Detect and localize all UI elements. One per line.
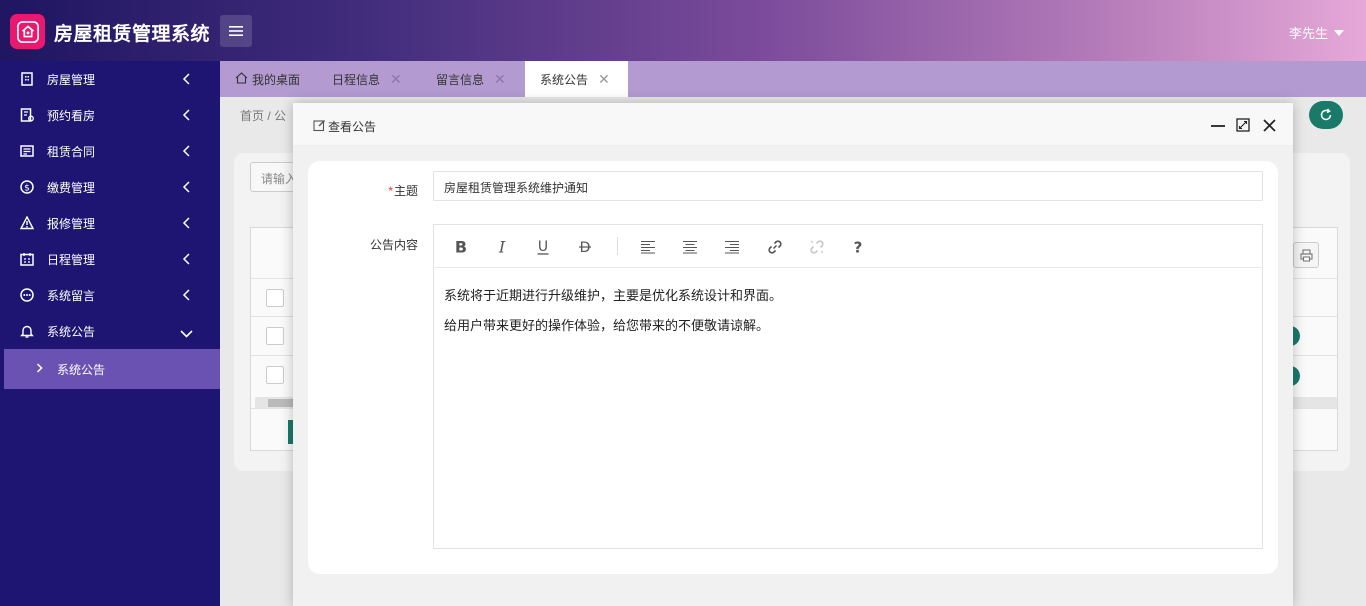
chevron-left-icon — [182, 217, 190, 232]
dialog-body: *主题 房屋租赁管理系统维护通知 公告内容 B I U D ? 系统将于近期进行… — [308, 161, 1278, 574]
print-icon — [1299, 248, 1313, 262]
app-title: 房屋租赁管理系统 — [54, 24, 211, 45]
chevron-right-icon — [36, 362, 43, 376]
menu-toggle-button[interactable] — [220, 15, 252, 47]
dialog-title-text: 查看公告 — [328, 120, 377, 134]
chevron-left-icon — [182, 109, 190, 124]
link-icon[interactable] — [765, 237, 785, 257]
home-icon — [235, 71, 248, 87]
rich-text-editor[interactable]: B I U D ? 系统将于近期进行升级维护，主要是优化系统设计和界面。 给用户… — [433, 224, 1263, 549]
sidebar-item-label: 日程管理 — [47, 252, 96, 267]
sidebar-item-schedule[interactable]: 日程管理 — [0, 241, 220, 277]
subject-label-text: 主题 — [393, 184, 418, 198]
breadcrumb: 首页 / 公 — [240, 109, 287, 123]
editor-content[interactable]: 系统将于近期进行升级维护，主要是优化系统设计和界面。 给用户带来更好的操作体验，… — [444, 281, 782, 341]
tab-label: 我的桌面 — [252, 72, 301, 87]
dialog-title: 查看公告 — [313, 118, 376, 135]
svg-text:$: $ — [24, 184, 30, 194]
sidebar-item-label: 缴费管理 — [47, 180, 96, 195]
editor-toolbar: B I U D ? — [434, 225, 1262, 268]
user-menu[interactable]: 李先生 — [1289, 23, 1344, 42]
content-label: 公告内容 — [369, 238, 418, 252]
chevron-left-icon — [182, 253, 190, 268]
sidebar-item-message[interactable]: 系统留言 — [0, 277, 220, 313]
svg-text:I: I — [498, 239, 506, 255]
svg-text:U: U — [538, 239, 548, 255]
contract-icon — [20, 144, 34, 158]
caret-down-icon — [1334, 29, 1344, 36]
tab-label: 系统公告 — [540, 72, 589, 87]
sidebar-item-label: 预约看房 — [47, 108, 96, 123]
edit-icon — [313, 119, 326, 135]
refresh-button[interactable] — [1309, 101, 1343, 129]
align-center-icon[interactable] — [680, 237, 700, 257]
svg-text:B: B — [455, 239, 467, 255]
content-line: 给用户带来更好的操作体验，给您带来的不便敬请谅解。 — [444, 318, 770, 333]
row-checkbox[interactable] — [266, 327, 284, 345]
building-icon — [20, 72, 34, 86]
svg-text:?: ? — [854, 239, 863, 255]
view-notice-dialog: 查看公告 *主题 房屋租赁管理系统维护通知 公告内容 B I U D ? 系统将… — [293, 103, 1293, 606]
bell-icon — [20, 324, 34, 338]
appointment-icon — [20, 108, 34, 122]
tab-notice[interactable]: 系统公告 ✕ — [525, 61, 628, 97]
home-logo-icon — [10, 14, 45, 49]
row-checkbox[interactable] — [266, 366, 284, 384]
chevron-left-icon — [182, 145, 190, 160]
sidebar-subitem-label: 系统公告 — [57, 362, 106, 377]
sidebar-item-label: 租赁合同 — [47, 144, 96, 159]
sidebar-item-label: 系统留言 — [47, 288, 96, 303]
sidebar-item-appointment[interactable]: 预约看房 — [0, 97, 220, 133]
close-icon[interactable] — [1261, 117, 1277, 133]
sidebar-item-payment[interactable]: $ 缴费管理 — [0, 169, 220, 205]
toolbar-divider — [617, 237, 618, 255]
tab-schedule[interactable]: 日程信息 ✕ — [332, 61, 402, 97]
sidebar-item-label: 系统公告 — [47, 324, 96, 339]
chevron-left-icon — [182, 289, 190, 304]
calendar-icon — [20, 252, 34, 266]
bold-icon[interactable]: B — [451, 237, 471, 257]
subject-input[interactable]: 房屋租赁管理系统维护通知 — [433, 171, 1263, 201]
maximize-icon[interactable] — [1235, 117, 1251, 133]
warning-icon — [20, 216, 34, 230]
chevron-down-icon — [180, 327, 193, 341]
help-icon[interactable]: ? — [848, 237, 868, 257]
close-icon[interactable]: ✕ — [390, 71, 402, 88]
strikethrough-icon[interactable]: D — [575, 237, 595, 257]
refresh-icon — [1320, 108, 1332, 121]
tab-desktop[interactable]: 我的桌面 — [235, 61, 300, 97]
sidebar-item-notice[interactable]: 系统公告 — [0, 313, 220, 349]
payment-icon: $ — [20, 180, 34, 194]
underline-icon[interactable]: U — [533, 237, 553, 257]
dialog-header: 查看公告 — [293, 103, 1293, 146]
sidebar-item-label: 报修管理 — [47, 216, 96, 231]
select-all-checkbox[interactable] — [266, 289, 284, 307]
tab-label: 日程信息 — [332, 72, 381, 87]
sidebar-item-label: 房屋管理 — [47, 72, 96, 87]
sidebar-item-house[interactable]: 房屋管理 — [0, 61, 220, 97]
chevron-left-icon — [182, 73, 190, 88]
sidebar-subitem-notice[interactable]: 系统公告 — [4, 349, 220, 389]
user-name-label: 李先生 — [1288, 26, 1328, 41]
sidebar-item-repair[interactable]: 报修管理 — [0, 205, 220, 241]
sidebar: 房屋管理 预约看房 租赁合同 $ 缴费管理 报修管理 日程管理 系统留言 系统公… — [0, 61, 220, 606]
unlink-icon[interactable] — [807, 237, 827, 257]
align-left-icon[interactable] — [638, 237, 658, 257]
message-icon — [20, 288, 34, 302]
minimize-icon[interactable] — [1210, 117, 1226, 133]
top-header: 房屋租赁管理系统 李先生 — [0, 0, 1366, 61]
close-icon[interactable]: ✕ — [494, 71, 506, 88]
tab-bar: 我的桌面 日程信息 ✕ 留言信息 ✕ 系统公告 ✕ — [220, 61, 1366, 97]
close-icon[interactable]: ✕ — [598, 71, 610, 88]
print-button[interactable] — [1293, 242, 1319, 268]
align-right-icon[interactable] — [722, 237, 742, 257]
tab-messages[interactable]: 留言信息 ✕ — [436, 61, 506, 97]
tab-label: 留言信息 — [436, 72, 485, 87]
content-line: 系统将于近期进行升级维护，主要是优化系统设计和界面。 — [444, 288, 783, 303]
subject-label: *主题 — [308, 182, 418, 199]
required-mark: * — [388, 184, 393, 198]
italic-icon[interactable]: I — [492, 237, 512, 257]
chevron-left-icon — [182, 181, 190, 196]
sidebar-item-contract[interactable]: 租赁合同 — [0, 133, 220, 169]
